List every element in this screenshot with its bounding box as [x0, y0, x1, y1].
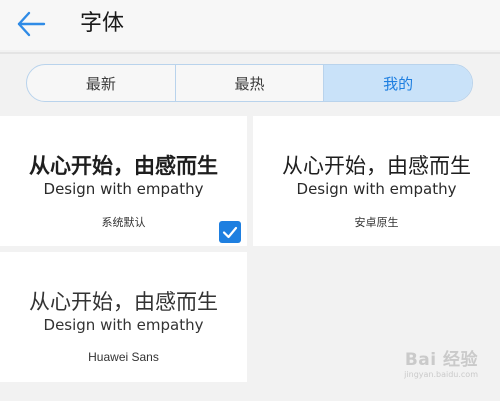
- watermark-url: jingyan.baidu.com: [404, 370, 478, 379]
- page-title: 字体: [80, 11, 125, 36]
- watermark-logo: Bai 经验: [404, 350, 478, 370]
- font-card-huawei-sans[interactable]: 从心开始，由感而生 Design with empathy Huawei San…: [0, 252, 247, 382]
- font-sample-chinese: 从心开始，由感而生: [282, 154, 471, 178]
- selected-checkbox[interactable]: [219, 221, 241, 243]
- arrow-left-icon: [17, 11, 46, 37]
- font-name-label: Huawei Sans: [88, 350, 159, 364]
- font-card-system-default[interactable]: 从心开始，由感而生 Design with empathy 系统默认: [0, 116, 247, 246]
- back-button[interactable]: [14, 7, 48, 41]
- font-name-label: 安卓原生: [354, 216, 399, 229]
- tab-newest[interactable]: 最新: [27, 65, 176, 101]
- tab-hottest[interactable]: 最热: [176, 65, 325, 101]
- font-card-android-native[interactable]: 从心开始，由感而生 Design with empathy 安卓原生: [253, 116, 500, 246]
- font-sample-english: Design with empathy: [296, 180, 457, 198]
- font-sample-english: Design with empathy: [43, 180, 204, 198]
- font-sample-chinese: 从心开始，由感而生: [29, 290, 218, 314]
- watermark: Bai 经验 jingyan.baidu.com: [404, 345, 478, 379]
- check-icon: [222, 226, 238, 239]
- font-name-label: 系统默认: [101, 216, 146, 229]
- header-divider: [0, 52, 500, 54]
- font-sample-english: Design with empathy: [43, 316, 204, 334]
- font-category-tabs: 最新 最热 我的: [26, 64, 473, 102]
- tab-mine[interactable]: 我的: [324, 65, 472, 101]
- top-app-bar: 字体: [0, 0, 500, 50]
- font-sample-chinese: 从心开始，由感而生: [29, 155, 218, 178]
